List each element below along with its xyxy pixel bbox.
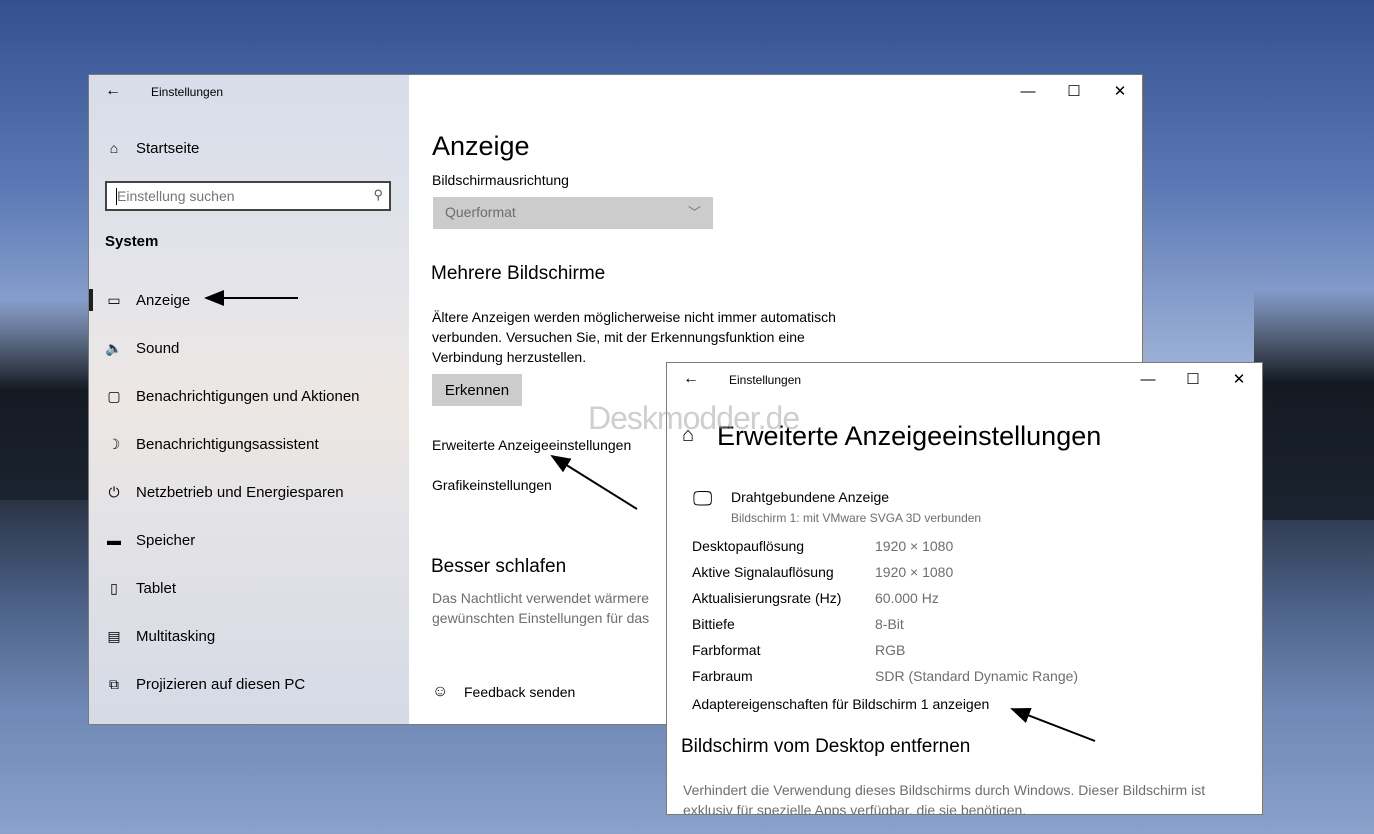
maximize-button[interactable]: ☐: [1051, 75, 1097, 107]
monitor-icon: ▭: [107, 291, 121, 308]
info-label: Aktualisierungsrate (Hz): [692, 590, 842, 606]
window-title: Einstellungen: [151, 85, 224, 99]
sleep-heading: Besser schlafen: [431, 556, 567, 577]
power-icon: ⏻: [108, 483, 120, 500]
back-arrow-icon[interactable]: ←: [105, 82, 121, 100]
sidebar-item-2[interactable]: ▢ Benachrichtigungen und Aktionen: [89, 374, 409, 418]
notification-icon: ▢: [107, 387, 121, 404]
sidebar-item-6[interactable]: ▯ Tablet: [89, 566, 409, 610]
info-value: RGB: [875, 642, 906, 658]
close-button[interactable]: ✕: [1216, 363, 1262, 395]
watermark: Deskmodder.de: [588, 400, 800, 436]
multi-display-text-3: Verbindung herzustellen.: [432, 349, 587, 365]
tablet-icon: ▯: [110, 579, 118, 596]
search-icon[interactable]: ⚲: [373, 187, 383, 203]
window-title: Einstellungen: [729, 373, 802, 387]
info-label: Aktive Signalauflösung: [692, 564, 834, 580]
sidebar-item-label: Speicher: [136, 531, 196, 549]
graphics-settings-link[interactable]: Grafikeinstellungen: [432, 475, 552, 495]
close-button[interactable]: ✕: [1097, 75, 1142, 107]
home-label: Startseite: [136, 139, 200, 157]
sidebar-item-label: Benachrichtigungsassistent: [136, 435, 319, 453]
adapter-properties-link[interactable]: Adaptereigenschaften für Bildschirm 1 an…: [692, 694, 989, 714]
sidebar-home[interactable]: ⌂ Startseite: [89, 126, 409, 170]
display-subtitle: Bildschirm 1: mit VMware SVGA 3D verbund…: [731, 511, 982, 525]
storage-icon: ▬: [107, 532, 121, 548]
info-value: 1920 × 1080: [875, 538, 954, 554]
feedback-link[interactable]: Feedback senden: [464, 682, 575, 702]
speaker-icon: 🔈: [105, 339, 123, 356]
sidebar-item-label: Anzeige: [136, 291, 191, 309]
search-input[interactable]: Einstellung suchen ⚲: [105, 181, 391, 211]
sleep-text-2: gewünschten Einstellungen für das: [432, 610, 650, 626]
maximize-button[interactable]: ☐: [1170, 363, 1216, 395]
orientation-value: Querformat: [445, 204, 516, 220]
sidebar-item-3[interactable]: ☽ Benachrichtigungsassistent: [89, 422, 409, 466]
search-placeholder: Einstellung suchen: [117, 188, 235, 204]
orientation-label: Bildschirmausrichtung: [432, 172, 569, 188]
sidebar-item-label: Sound: [136, 339, 180, 357]
sidebar-item-label: Benachrichtigungen und Aktionen: [136, 387, 360, 405]
sidebar-item-label: Multitasking: [136, 627, 216, 645]
detect-button[interactable]: Erkennen: [432, 374, 522, 406]
back-arrow-icon[interactable]: ←: [683, 370, 699, 388]
background-trees-left: [0, 300, 100, 500]
multi-display-text-1: Ältere Anzeigen werden möglicherweise ni…: [432, 309, 836, 325]
section-heading: System: [105, 233, 159, 250]
multitasking-icon: ▤: [107, 627, 121, 644]
remove-display-heading: Bildschirm vom Desktop entfernen: [681, 736, 971, 757]
display-name: Drahtgebundene Anzeige: [731, 489, 890, 505]
sidebar-item-8[interactable]: ⧉ Projizieren auf diesen PC: [89, 662, 409, 706]
info-value: 60.000 Hz: [875, 590, 939, 606]
chevron-down-icon: ﹀: [687, 205, 701, 220]
moon-icon: ☽: [107, 435, 121, 452]
remove-display-text-1: Verhindert die Verwendung dieses Bildsch…: [683, 782, 1206, 798]
info-value: 1920 × 1080: [875, 564, 954, 580]
project-icon: ⧉: [109, 675, 119, 692]
feedback-icon: ☺: [432, 683, 449, 700]
orientation-dropdown[interactable]: Querformat ﹀: [433, 197, 713, 229]
sleep-text-1: Das Nachtlicht verwendet wärmere: [432, 590, 650, 606]
info-value: 8-Bit: [875, 616, 904, 632]
minimize-button[interactable]: —: [1125, 363, 1171, 395]
info-value: SDR (Standard Dynamic Range): [875, 668, 1079, 684]
info-label: Desktopauflösung: [692, 538, 805, 554]
sidebar-item-label: Tablet: [136, 579, 177, 597]
multi-display-text-2: verbunden. Versuchen Sie, mit der Erkenn…: [432, 329, 805, 345]
info-label: Bittiefe: [692, 616, 735, 632]
background-trees-right: [1254, 290, 1374, 520]
sidebar-item-1[interactable]: 🔈 Sound: [89, 326, 409, 370]
home-icon: ⌂: [109, 140, 119, 156]
sidebar-item-label: Netzbetrieb und Energiesparen: [136, 483, 344, 501]
minimize-button[interactable]: —: [1005, 75, 1051, 107]
sidebar-item-label: Projizieren auf diesen PC: [136, 675, 306, 693]
advanced-display-link[interactable]: Erweiterte Anzeigeeinstellungen: [432, 435, 631, 455]
sidebar-item-0[interactable]: ▭ Anzeige: [89, 278, 409, 322]
sidebar: ← Einstellungen ⌂ Startseite Einstellung…: [89, 75, 409, 724]
sidebar-item-4[interactable]: ⏻ Netzbetrieb und Energiesparen: [89, 470, 409, 514]
sidebar-item-5[interactable]: ▬ Speicher: [89, 518, 409, 562]
multi-display-heading: Mehrere Bildschirme: [431, 263, 606, 284]
info-label: Farbraum: [692, 668, 753, 684]
sidebar-item-7[interactable]: ▤ Multitasking: [89, 614, 409, 658]
page-title: Anzeige: [432, 131, 530, 161]
remove-display-text-2: exklusiv für spezielle Apps verfügbar, d…: [683, 802, 1027, 815]
info-label: Farbformat: [692, 642, 761, 658]
monitor-icon: 🖵: [693, 488, 713, 510]
